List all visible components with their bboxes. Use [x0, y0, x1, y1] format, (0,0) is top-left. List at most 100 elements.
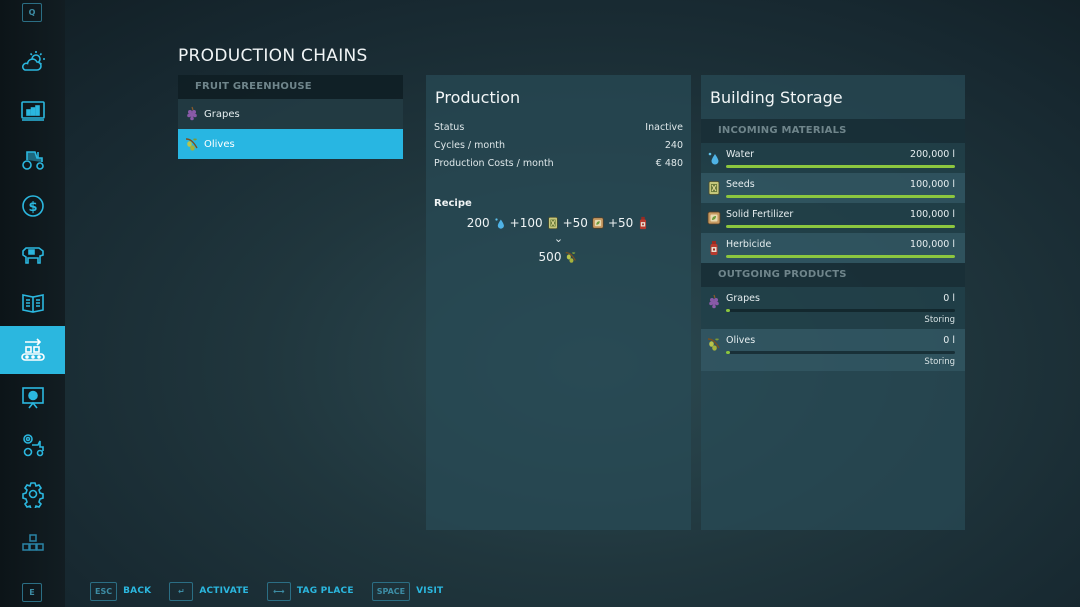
sidebar-item-settings[interactable]	[0, 471, 65, 517]
fill-level	[726, 309, 730, 312]
production-chain-icon	[20, 338, 45, 361]
dollar-icon: $	[21, 195, 44, 217]
storage-item-name: Grapes	[726, 293, 760, 304]
storage-item-status: Storing	[924, 315, 955, 325]
sidebar-item-vehicles[interactable]	[0, 136, 65, 182]
seeds-icon	[546, 215, 560, 231]
fertilizer-icon	[706, 209, 722, 227]
fill-level-bar	[726, 255, 955, 258]
sidebar-item-production[interactable]	[0, 326, 65, 374]
storage-item-name: Herbicide	[726, 239, 772, 250]
storage-item-value: 200,000 l	[910, 149, 955, 160]
costs-value: € 480	[655, 158, 683, 169]
herbicide-icon	[636, 215, 650, 231]
enter-key: ↵	[169, 581, 194, 601]
costs-row: Production Costs / month € 480	[426, 155, 691, 173]
arrow-key: ⟷	[266, 581, 291, 601]
chain-group-header: FRUIT GREENHOUSE	[178, 75, 403, 99]
space-key: SPACE	[371, 581, 411, 601]
visit-button[interactable]: SPACE VISIT	[371, 581, 444, 601]
hint-label: TAG PLACE	[296, 586, 354, 596]
storage-row-grapes: Grapes 0 l Storing	[701, 287, 965, 329]
herbicide-icon	[706, 239, 722, 257]
tractor-gear-icon	[22, 434, 44, 457]
recipe-input-amount: +50	[607, 216, 634, 230]
seeds-icon	[706, 179, 722, 197]
hint-label: ACTIVATE	[199, 586, 249, 596]
cycles-row: Cycles / month 240	[426, 137, 691, 155]
fill-level-bar	[726, 165, 955, 168]
chain-item-olives[interactable]: Olives	[178, 129, 403, 159]
activate-button[interactable]: ↵ ACTIVATE	[169, 581, 249, 601]
recipe-output: 500	[426, 249, 691, 265]
sidebar-item-statistics[interactable]	[0, 88, 65, 134]
storage-item-name: Olives	[726, 335, 756, 346]
sidebar-item-animals[interactable]	[0, 231, 65, 277]
fill-level	[726, 255, 955, 258]
recipe-input-amount: +100	[509, 216, 543, 230]
cow-icon	[21, 247, 44, 264]
contracts-icon	[21, 294, 44, 313]
olives-icon	[706, 335, 722, 353]
storage-row-olives: Olives 0 l Storing	[701, 329, 965, 371]
fill-level	[726, 351, 730, 354]
sidebar-item-help[interactable]	[0, 375, 65, 421]
storage-item-value: 100,000 l	[910, 179, 955, 190]
hint-label: BACK	[123, 586, 152, 596]
grapes-icon	[706, 293, 722, 311]
storage-item-value: 0 l	[943, 335, 955, 346]
cycles-label: Cycles / month	[434, 140, 505, 151]
tag-place-button[interactable]: ⟷ TAG PLACE	[266, 581, 354, 601]
storage-item-value: 0 l	[943, 293, 955, 304]
tractor-icon	[21, 151, 44, 170]
storage-item-value: 100,000 l	[910, 209, 955, 220]
blocks-icon	[21, 534, 44, 551]
fill-level-bar	[726, 195, 955, 198]
hint-label: VISIT	[416, 586, 444, 596]
back-button[interactable]: ESC BACK	[90, 581, 152, 601]
storage-item-name: Solid Fertilizer	[726, 209, 794, 220]
building-storage-panel: Building Storage INCOMING MATERIALS Wate…	[701, 75, 965, 530]
outgoing-products-header: OUTGOING PRODUCTS	[701, 263, 965, 287]
sidebar-item-contracts[interactable]	[0, 279, 65, 325]
weather-icon	[21, 51, 45, 71]
storage-row-seeds: Seeds 100,000 l	[701, 173, 965, 203]
water-icon	[706, 149, 722, 167]
recipe-label: Recipe	[434, 198, 472, 209]
storage-row-solid-fertilizer: Solid Fertilizer 100,000 l	[701, 203, 965, 233]
page-title: PRODUCTION CHAINS	[178, 46, 368, 66]
esc-key: ESC	[90, 581, 118, 601]
storage-row-water: Water 200,000 l	[701, 143, 965, 173]
fertilizer-icon	[591, 215, 605, 231]
sidebar-item-finances[interactable]: $	[0, 183, 65, 229]
chain-item-label: Grapes	[204, 108, 240, 120]
sidebar-item-weather[interactable]	[0, 39, 65, 85]
storage-item-name: Water	[726, 149, 755, 160]
storage-item-status: Storing	[924, 357, 955, 367]
water-icon	[493, 215, 507, 231]
storage-item-value: 100,000 l	[910, 239, 955, 250]
incoming-materials-header: INCOMING MATERIALS	[701, 119, 965, 143]
next-page-key[interactable]: E	[22, 583, 42, 602]
recipe-input-amount: 200	[466, 216, 490, 230]
recipe-input-amount: +50	[562, 216, 588, 230]
production-panel: Production Status Inactive Cycles / mont…	[426, 75, 691, 530]
gear-icon	[21, 482, 44, 508]
recipe-arrow-icon: ⌄	[553, 232, 564, 245]
production-chain-list: FRUIT GREENHOUSE Grapes Olives	[178, 75, 403, 159]
chain-item-grapes[interactable]: Grapes	[178, 99, 403, 129]
chain-item-label: Olives	[204, 138, 235, 150]
fill-level-bar	[726, 351, 955, 354]
storage-title: Building Storage	[710, 88, 843, 107]
fill-level-bar	[726, 225, 955, 228]
sidebar-item-controls[interactable]	[0, 520, 65, 566]
fill-level	[726, 165, 955, 168]
sidebar-item-game-settings[interactable]	[0, 422, 65, 468]
recipe-output-amount: 500	[538, 250, 562, 264]
status-label: Status	[434, 122, 465, 133]
footer-hints: ESC BACK ↵ ACTIVATE ⟷ TAG PLACE SPACE VI…	[90, 581, 461, 601]
recipe-inputs: 200 +100 +50 +50	[426, 215, 691, 231]
svg-text:$: $	[28, 200, 37, 215]
prev-page-key[interactable]: Q	[22, 3, 42, 22]
costs-label: Production Costs / month	[434, 158, 554, 169]
